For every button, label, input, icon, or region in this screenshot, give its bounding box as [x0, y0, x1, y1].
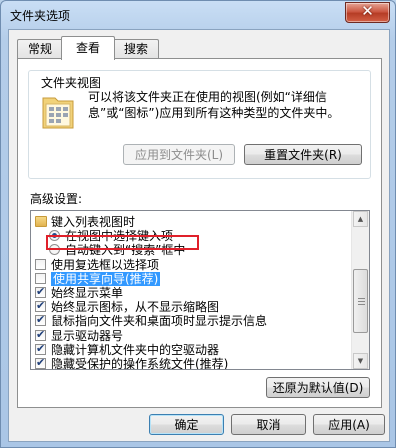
- setting-label: 使用复选框以选择项: [51, 257, 160, 272]
- scroll-thumb[interactable]: [353, 269, 368, 333]
- tab-label: 常规: [27, 42, 52, 56]
- tab-label: 查看: [75, 41, 100, 55]
- apply-to-folders-button[interactable]: 应用到文件夹(L): [123, 144, 235, 165]
- cancel-button[interactable]: 取消: [231, 414, 306, 435]
- scroll-up-button[interactable]: ▲: [353, 211, 368, 227]
- setting-label: 鼠标指向文件夹和桌面项时显示提示信息: [51, 314, 268, 329]
- view-tab-panel: 文件夹视图 可以将该文件夹正在使用的视图(例如“详细信息”或“图标”)应用到所有…: [17, 58, 382, 408]
- close-button[interactable]: ✕: [345, 2, 390, 23]
- scroll-down-button[interactable]: ▼: [353, 353, 368, 369]
- setting-label: 使用共享向导(推荐): [51, 271, 161, 286]
- checkbox[interactable]: [35, 328, 46, 342]
- restore-defaults-button[interactable]: 还原为默认值(D): [266, 377, 370, 398]
- folder-options-window: 文件夹选项 ✕ 常规 查看 搜索 文件夹视图 可以将该文件夹正在使用的视图(例如…: [0, 0, 396, 448]
- folder-view-icon: [42, 97, 74, 129]
- advanced-settings-label: 高级设置:: [30, 192, 83, 206]
- setting-label: 隐藏计算机文件夹中的空驱动器: [51, 342, 220, 357]
- folder-icon: [35, 216, 47, 227]
- folder-view-description: 可以将该文件夹正在使用的视图(例如“详细信息”或“图标”)应用到所有这种类型的文…: [88, 90, 340, 120]
- tab-view[interactable]: 查看: [61, 36, 115, 60]
- setting-label: 隐藏受保护的操作系统文件(推荐): [51, 357, 229, 370]
- checkbox[interactable]: [35, 272, 46, 284]
- highlight-annotation: [46, 235, 199, 250]
- checkbox[interactable]: [35, 356, 46, 369]
- setting-label: 键入列表视图时: [51, 215, 136, 229]
- title-bar: 文件夹选项 ✕: [1, 1, 395, 27]
- setting-label: 始终显示图标，从不显示缩略图: [51, 300, 220, 315]
- ok-button[interactable]: 确定: [149, 414, 224, 435]
- reset-folders-button[interactable]: 重置文件夹(R): [244, 144, 362, 165]
- vertical-scrollbar[interactable]: ▲ ▼: [351, 211, 369, 369]
- checkbox[interactable]: [35, 258, 46, 270]
- window-title: 文件夹选项: [10, 9, 71, 23]
- tab-general[interactable]: 常规: [17, 39, 63, 59]
- tab-search[interactable]: 搜索: [113, 39, 159, 59]
- tab-label: 搜索: [123, 42, 148, 56]
- checkbox[interactable]: [35, 285, 46, 299]
- setting-label: 显示驱动器号: [51, 328, 124, 343]
- folder-view-group: 文件夹视图 可以将该文件夹正在使用的视图(例如“详细信息”或“图标”)应用到所有…: [28, 70, 371, 179]
- close-icon: ✕: [361, 2, 374, 20]
- checkbox[interactable]: [35, 342, 46, 356]
- apply-button[interactable]: 应用(A): [313, 414, 385, 435]
- checkbox[interactable]: [35, 299, 46, 313]
- setting-label: 始终显示菜单: [51, 286, 124, 300]
- checkbox[interactable]: [35, 313, 46, 327]
- advanced-settings-list[interactable]: 键入列表视图时 在视图中选择键入项 自动键入到“搜索”框中 使用复选框以选择项 使用共享…: [30, 210, 370, 370]
